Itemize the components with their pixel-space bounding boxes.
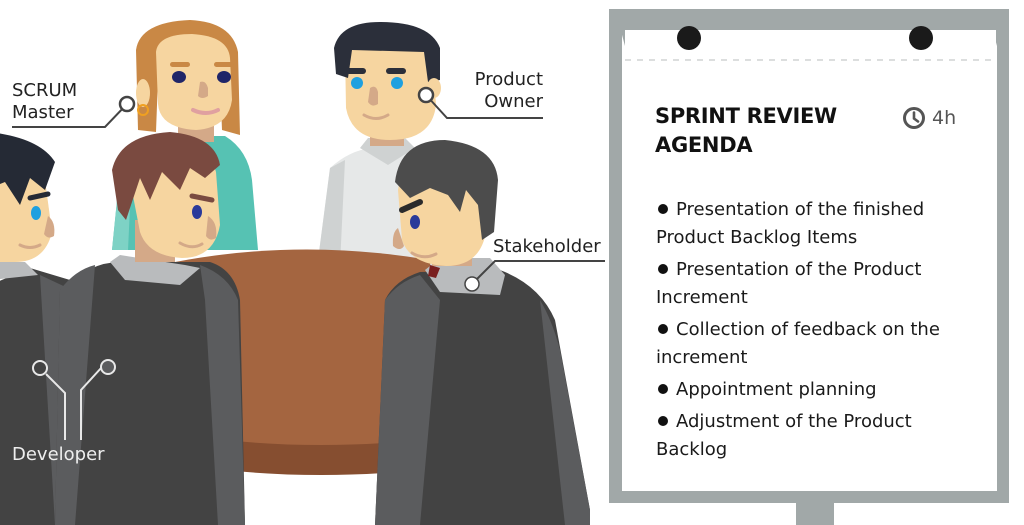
callout-dot-scrum-master [118,95,136,113]
label-stakeholder: Stakeholder [493,236,601,257]
agenda-item-text: Presentation of the finished Product Bac… [656,199,925,248]
label-product-owner-line1: Product [474,69,543,90]
agenda-item-text: Presentation of the Product Increment [656,259,922,308]
board-title-line2: AGENDA [655,133,753,157]
agenda-item: Presentation of the finished Product Bac… [656,196,976,252]
callout-dot-developer-right [100,359,116,375]
agenda-item-text: Adjustment of the Product Backlog [656,411,912,460]
developer-figure-center [55,132,245,525]
callout-dot-developer-left [32,360,48,376]
bullet-icon [658,324,668,334]
agenda-item: Adjustment of the Product Backlog [656,408,976,464]
callout-dot-product-owner [417,86,435,104]
clock-icon [903,107,925,129]
board-title-line1: SPRINT REVIEW [655,104,837,128]
duration-value: 4h [932,107,957,129]
agenda-item-text: Collection of feedback on the increment [656,319,940,368]
label-product-owner: Product Owner [455,69,543,113]
callout-dot-stakeholder [464,276,480,292]
bullet-icon [658,384,668,394]
agenda-item: Appointment planning [656,376,976,404]
label-scrum-master: SCRUM Master [12,80,77,124]
agenda-item: Collection of feedback on the increment [656,316,976,372]
label-product-owner-line2: Owner [484,91,543,112]
agenda-list: Presentation of the finished Product Bac… [656,196,976,468]
bullet-icon [658,204,668,214]
stakeholder-figure [375,140,590,525]
label-scrum-master-line2: Master [12,102,74,123]
label-developer: Developer [12,444,105,465]
board-title: SPRINT REVIEW AGENDA [655,102,885,160]
agenda-item-text: Appointment planning [676,379,877,400]
bullet-icon [658,264,668,274]
board-duration: 4h [902,106,956,130]
label-scrum-master-line1: SCRUM [12,80,78,101]
bullet-icon [658,416,668,426]
board-pin-left [677,26,701,50]
board-pin-right [909,26,933,50]
agenda-item: Presentation of the Product Increment [656,256,976,312]
